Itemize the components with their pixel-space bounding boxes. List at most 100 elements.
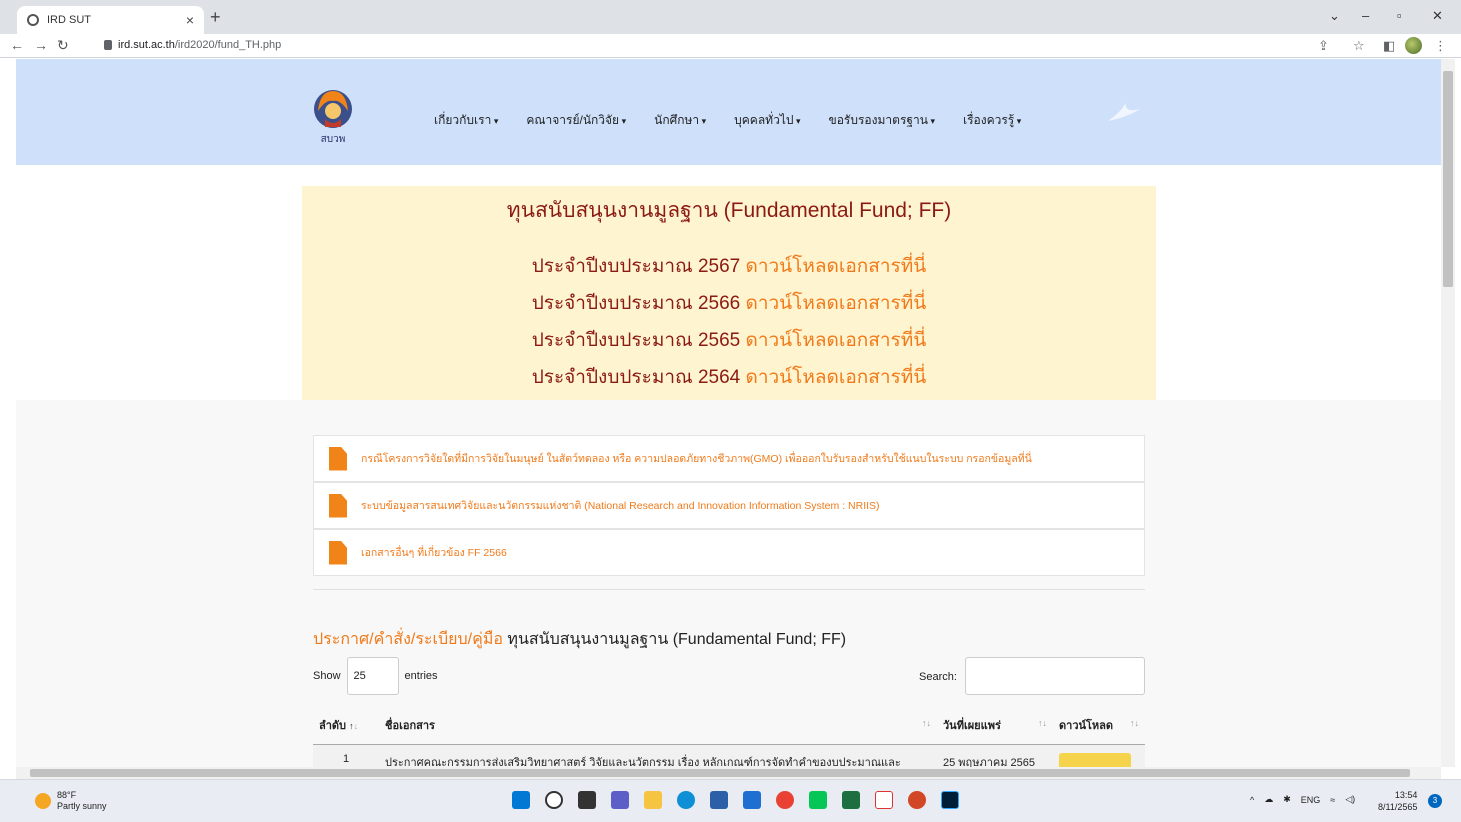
entries-label: entries <box>404 670 438 682</box>
search-icon[interactable] <box>545 791 563 809</box>
browser-tab-bar: IRD SUT × + ⌄ – ▫ ✕ <box>0 0 1461 34</box>
lock-icon <box>104 40 112 50</box>
menu-knowledge[interactable]: เรื่องควรรู้ <box>963 111 1021 130</box>
wifi-icon[interactable]: ≈ <box>1330 795 1335 805</box>
close-tab-icon[interactable]: × <box>186 12 194 28</box>
side-panel-icon[interactable]: ◧ <box>1383 38 1395 54</box>
powerpoint-icon[interactable] <box>908 791 926 809</box>
back-icon[interactable]: ← <box>10 37 24 53</box>
search-input[interactable] <box>965 657 1145 695</box>
document-icon <box>329 540 347 565</box>
document-icon <box>329 446 347 471</box>
volume-icon[interactable]: ◁) <box>1345 794 1355 805</box>
lync-icon[interactable] <box>743 791 761 809</box>
hero-title: ทุนสนับสนุนงานมูลฐาน (Fundamental Fund; … <box>506 199 952 222</box>
download-link-2566[interactable]: ดาวน์โหลดเอกสารที่นี่ <box>746 293 927 314</box>
fy-row: ประจำปีงบประมาณ 2567 ดาวน์โหลดเอกสารที่น… <box>302 248 1156 285</box>
share-icon[interactable]: ⇪ <box>1318 38 1329 54</box>
card-link[interactable]: กรณีโครงการวิจัยใดที่มีการวิจัยในมนุษย์ … <box>361 450 1032 467</box>
clock-date: 8/11/2565 <box>1378 802 1418 812</box>
tab-title: IRD SUT <box>47 14 91 26</box>
section-title-rest: ทุนสนับสนุนงานมูลฐาน (Fundamental Fund; … <box>502 631 847 648</box>
screen: IRD SUT × + ⌄ – ▫ ✕ ← → ↻ ird.sut.ac.th/… <box>0 0 1461 822</box>
taskbar-clock[interactable]: 13:54 8/11/2565 <box>1378 789 1417 813</box>
page-length-control: Show 25 entries <box>313 657 438 695</box>
menu-students[interactable]: นักศึกษา <box>654 111 706 130</box>
notification-badge[interactable]: 3 <box>1428 794 1442 808</box>
tab-search-icon[interactable]: ⌄ <box>1329 8 1340 24</box>
teams-chat-icon[interactable] <box>611 791 629 809</box>
scroll-thumb[interactable] <box>30 769 1410 777</box>
page-viewport: สบวพ เกี่ยวกับเรา คณาจารย์/นักวิจัย นักศ… <box>16 59 1441 767</box>
horizontal-scrollbar[interactable] <box>16 767 1441 779</box>
tray-chevron-icon[interactable]: ^ <box>1250 795 1254 805</box>
scroll-thumb[interactable] <box>1443 71 1453 287</box>
download-link-2567[interactable]: ดาวน์โหลดเอกสารที่นี่ <box>746 256 927 277</box>
col-header-no[interactable]: ลำดับ ↑↓ <box>313 706 379 745</box>
close-window-icon[interactable]: ✕ <box>1432 8 1443 24</box>
bird-decoration-icon <box>1108 103 1140 121</box>
section-title: ประกาศ/คำสั่ง/ระเบียบ/คู่มือ ทุนสนับสนุน… <box>313 627 846 652</box>
restore-icon[interactable]: ▫ <box>1397 8 1402 23</box>
menu-certification[interactable]: ขอรับรองมาตรฐาน <box>829 111 935 130</box>
forward-icon[interactable]: → <box>34 37 48 53</box>
url-path: /ird2020/fund_TH.php <box>174 39 282 51</box>
info-card-ethics[interactable]: กรณีโครงการวิจัยใดที่มีการวิจัยในมนุษย์ … <box>313 435 1145 482</box>
col-header-download[interactable]: ดาวน์โหลด ↑↓ <box>1053 706 1145 745</box>
section-divider <box>313 589 1145 590</box>
profile-avatar[interactable] <box>1405 37 1422 54</box>
fy-row: ประจำปีงบประมาณ 2565 ดาวน์โหลดเอกสารที่น… <box>302 322 1156 359</box>
minimize-icon[interactable]: – <box>1362 8 1369 23</box>
edge-icon[interactable] <box>677 791 695 809</box>
menu-about[interactable]: เกี่ยวกับเรา <box>434 111 498 130</box>
bluetooth-icon[interactable]: ✱ <box>1283 794 1291 805</box>
col-header-name[interactable]: ชื่อเอกสาร ↑↓ <box>379 706 937 745</box>
acrobat-icon[interactable] <box>875 791 893 809</box>
reload-icon[interactable]: ↻ <box>57 37 69 54</box>
card-link[interactable]: เอกสารอื่นๆ ที่เกี่ยวข้อง FF 2566 <box>361 544 507 561</box>
chrome-icon[interactable] <box>776 791 794 809</box>
browser-tab[interactable]: IRD SUT × <box>17 6 204 34</box>
cell-date: 25 พฤษภาคม 2565 <box>937 744 1053 767</box>
vertical-scrollbar[interactable] <box>1441 59 1455 767</box>
excel-icon[interactable] <box>842 791 860 809</box>
fy-label: ประจำปีงบประมาณ 2564 <box>531 367 741 388</box>
partly-sunny-icon <box>35 793 51 809</box>
download-link-2565[interactable]: ดาวน์โหลดเอกสารที่นี่ <box>746 330 927 351</box>
fy-row: ประจำปีงบประมาณ 2564 ดาวน์โหลดเอกสารที่น… <box>302 359 1156 396</box>
url-host: ird.sut.ac.th <box>118 39 175 51</box>
section-title-orange: ประกาศ/คำสั่ง/ระเบียบ/คู่มือ <box>313 631 503 648</box>
task-view-icon[interactable] <box>578 791 596 809</box>
windows-start-icon[interactable] <box>512 791 530 809</box>
search-label: Search: <box>919 671 957 683</box>
document-icon <box>329 493 347 518</box>
entries-select[interactable]: 25 <box>346 657 399 695</box>
card-link[interactable]: ระบบข้อมูลสารสนเทศวิจัยและนวัตกรรมแห่งชา… <box>361 497 880 514</box>
fy-label: ประจำปีงบประมาณ 2566 <box>531 293 741 314</box>
download-link-2564[interactable]: ดาวน์โหลดเอกสารที่นี่ <box>746 367 927 388</box>
fy-label: ประจำปีงบประมาณ 2565 <box>531 330 741 351</box>
url-field[interactable]: ird.sut.ac.th/ird2020/fund_TH.php <box>104 39 281 51</box>
bookmark-star-icon[interactable]: ☆ <box>1353 38 1365 54</box>
info-card-other-docs[interactable]: เอกสารอื่นๆ ที่เกี่ยวข้อง FF 2566 <box>313 529 1145 576</box>
weather-widget[interactable]: 88°F Partly sunny <box>35 790 107 812</box>
menu-public[interactable]: บุคคลทั่วไป <box>734 111 800 130</box>
download-button[interactable] <box>1059 752 1131 767</box>
new-tab-button[interactable]: + <box>210 7 221 28</box>
menu-kebab-icon[interactable]: ⋮ <box>1434 38 1447 54</box>
language-indicator[interactable]: ENG <box>1301 795 1321 805</box>
line-icon[interactable] <box>809 791 827 809</box>
clock-time: 13:54 <box>1394 790 1418 800</box>
store-icon[interactable] <box>710 791 728 809</box>
photoshop-icon[interactable] <box>941 791 959 809</box>
site-logo[interactable]: สบวพ <box>310 87 356 145</box>
file-explorer-icon[interactable] <box>644 791 662 809</box>
address-bar: ← → ↻ ird.sut.ac.th/ird2020/fund_TH.php … <box>0 34 1461 58</box>
temperature: 88°F <box>57 790 77 800</box>
onedrive-icon[interactable]: ☁ <box>1264 794 1273 805</box>
col-header-date[interactable]: วันที่เผยแพร่ ↑↓ <box>937 706 1053 745</box>
taskbar-apps <box>512 791 959 809</box>
info-card-nriis[interactable]: ระบบข้อมูลสารสนเทศวิจัยและนวัตกรรมแห่งชา… <box>313 482 1145 529</box>
table-header-row: ลำดับ ↑↓ ชื่อเอกสาร ↑↓ วันที่เผยแพร่ ↑↓ ดา… <box>313 706 1145 745</box>
menu-faculty[interactable]: คณาจารย์/นักวิจัย <box>526 111 626 130</box>
